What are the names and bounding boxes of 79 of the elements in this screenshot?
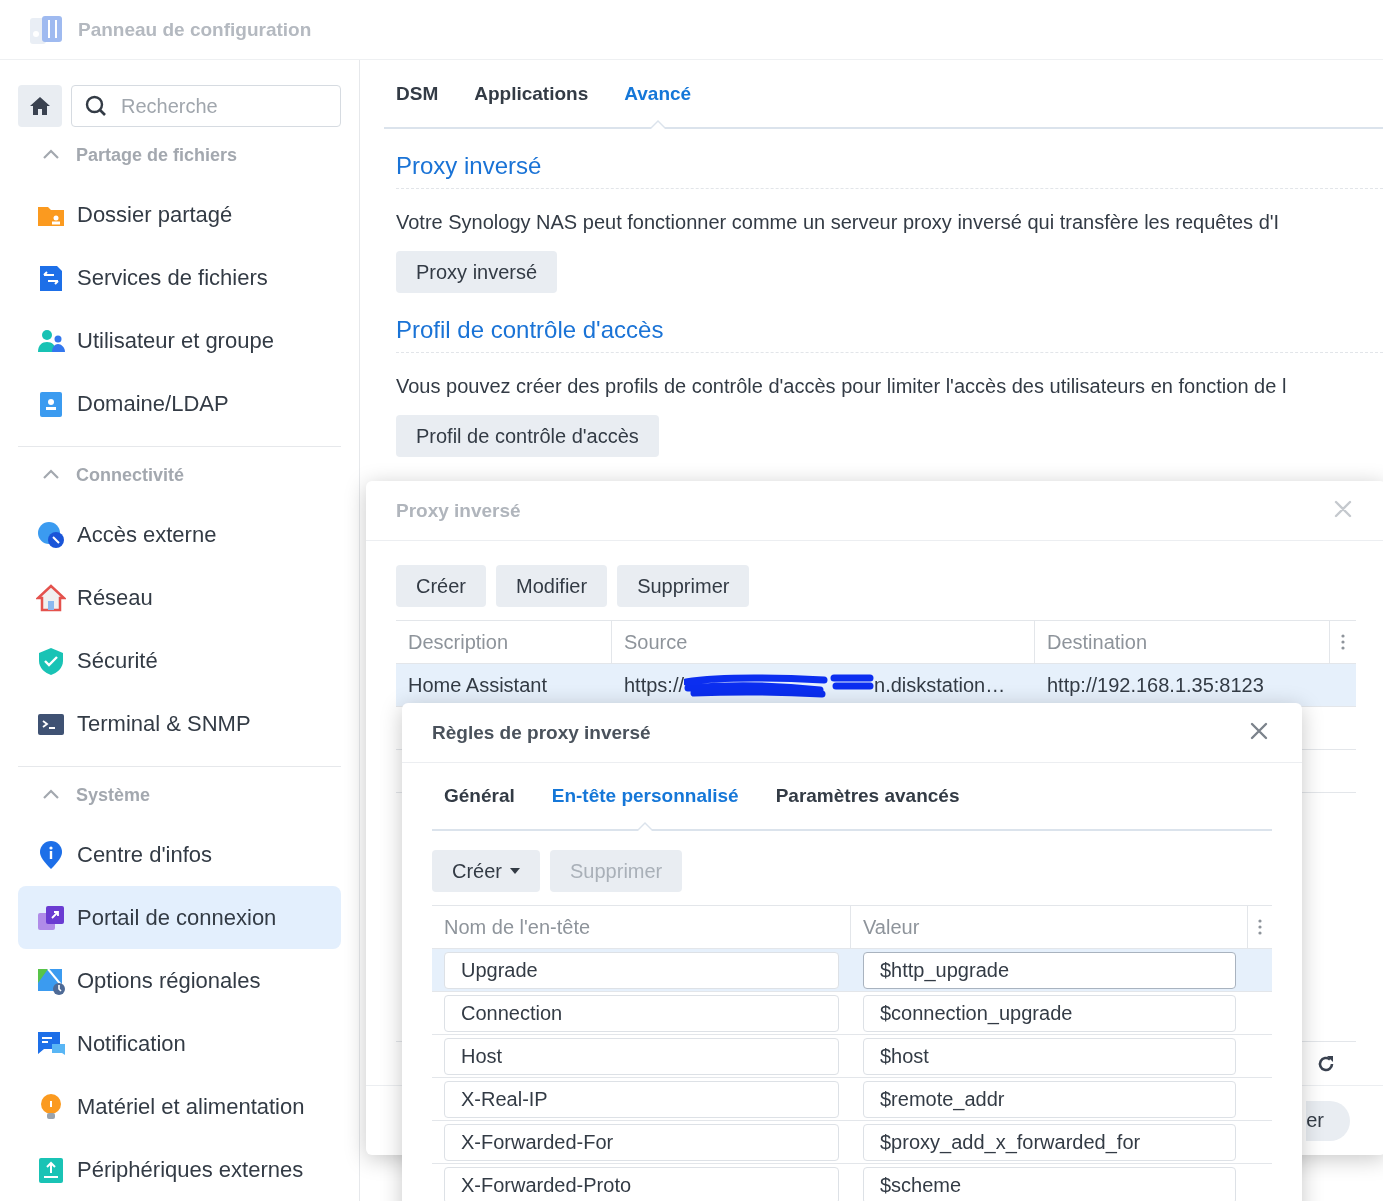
sidebar-item-label: Options régionales xyxy=(77,967,261,994)
header-value-field[interactable]: $connection_upgrade xyxy=(863,994,1236,1032)
header-name-field[interactable]: X-Forwarded-Proto xyxy=(444,1166,839,1201)
sidebar-item[interactable]: Périphériques externes xyxy=(18,1138,341,1201)
dialog-button[interactable]: er xyxy=(1306,1100,1350,1141)
dialog-title: Règles de proxy inversé xyxy=(432,721,651,744)
toolbar-button[interactable]: Créer xyxy=(432,850,540,892)
header-value-field[interactable]: $scheme xyxy=(863,1166,1236,1201)
sidebar-item[interactable]: Notification xyxy=(18,1012,341,1075)
house-icon xyxy=(36,582,66,613)
caret-icon xyxy=(510,868,520,874)
tab[interactable]: Général xyxy=(444,763,515,829)
shield-icon xyxy=(36,645,66,676)
section-title: Profil de contrôle d'accès xyxy=(396,316,664,344)
header-name-field[interactable]: X-Forwarded-For xyxy=(444,1123,839,1161)
sidebar-item[interactable]: Services de fichiers xyxy=(18,246,341,309)
sidebar-item[interactable]: Domaine/LDAP xyxy=(18,372,341,435)
home-icon xyxy=(29,96,51,116)
sidebar-item-label: Services de fichiers xyxy=(77,264,268,291)
header-value-field[interactable]: $proxy_add_x_forwarded_for xyxy=(863,1123,1236,1161)
chevron-up-icon[interactable] xyxy=(42,789,60,800)
sidebar-item[interactable]: Utilisateur et groupe xyxy=(18,309,341,372)
table-cell xyxy=(1330,664,1356,707)
search-icon xyxy=(85,95,107,117)
sidebar-item-label: Réseau xyxy=(77,584,153,611)
header-name-field[interactable]: X-Real-IP xyxy=(444,1080,839,1118)
section-button[interactable]: Profil de contrôle d'accès xyxy=(396,415,659,457)
sidebar-item-label: Terminal & SNMP xyxy=(77,710,251,737)
sidebar-item[interactable]: Centre d'infos xyxy=(18,823,341,886)
header-name-field[interactable]: Host xyxy=(444,1037,839,1075)
more-icon[interactable] xyxy=(1341,634,1345,650)
sidebar-item-label: Domaine/LDAP xyxy=(77,390,229,417)
table-cell: Home Assistant xyxy=(396,664,612,707)
header-name-field[interactable]: Connection xyxy=(444,994,839,1032)
home-button[interactable] xyxy=(18,85,62,127)
section-description: Vous pouvez créer des profils de contrôle d'accès pour limiter l'accès des utilisateurs en fonction de l xyxy=(396,375,1288,398)
dialog-title: Proxy inversé xyxy=(396,499,521,522)
more-icon[interactable] xyxy=(1258,919,1262,935)
header-value-field[interactable]: $remote_addr xyxy=(863,1080,1236,1118)
chevron-up-icon[interactable] xyxy=(42,469,60,480)
sidebar-item-label: Accès externe xyxy=(77,521,217,548)
sidebar-item[interactable]: Accès externe xyxy=(18,503,341,566)
tab[interactable]: En-tête personnalisé xyxy=(551,763,739,829)
tab[interactable]: Paramètres avancés xyxy=(775,763,960,829)
sidebar-item[interactable]: Réseau xyxy=(18,566,341,629)
refresh-icon[interactable] xyxy=(1316,1053,1336,1074)
sidebar-item[interactable]: Terminal & SNMP xyxy=(18,692,341,755)
search-field[interactable]: Recherche xyxy=(71,85,341,127)
toolbar-button[interactable]: Supprimer xyxy=(617,565,750,607)
sidebar-item-label: Centre d'infos xyxy=(77,841,213,868)
sidebar-item-label: Utilisateur et groupe xyxy=(77,327,274,354)
header-value-field[interactable]: $http_upgrade xyxy=(863,951,1236,989)
sidebar-item[interactable]: Matériel et alimentation xyxy=(18,1075,341,1138)
tab[interactable]: Avancé xyxy=(624,60,692,127)
window-title: Panneau de configuration xyxy=(78,18,312,41)
sidebar-item[interactable]: Dossier partagé xyxy=(18,183,341,246)
sidebar-item-label: Périphériques externes xyxy=(77,1156,304,1183)
sidebar-item-label: Portail de connexion xyxy=(77,904,277,931)
sidebar-item-label: Notification xyxy=(77,1030,186,1057)
sidebar-item[interactable]: Sécurité xyxy=(18,629,341,692)
toolbar-button[interactable]: Modifier xyxy=(496,565,608,607)
sidebar-item-label: Matériel et alimentation xyxy=(77,1093,305,1120)
sidebar-item[interactable]: Portail de connexion xyxy=(18,886,341,949)
table-cell: http://192.168.1.35:8123 xyxy=(1035,664,1330,707)
sidebar-item[interactable]: Options régionales xyxy=(18,949,341,1012)
toolbar-button[interactable]: Créer xyxy=(396,565,486,607)
tab[interactable]: DSM xyxy=(396,60,439,127)
chevron-up-icon[interactable] xyxy=(42,149,60,160)
sidebar-item-label: Dossier partagé xyxy=(77,201,233,228)
table-cell: https:// xyxy=(624,673,685,697)
sidebar-item-label: Sécurité xyxy=(77,647,158,674)
section-title: Proxy inversé xyxy=(396,152,542,180)
section-description: Votre Synology NAS peut fonctionner comme un serveur proxy inversé qui transfère les requêtes d'I xyxy=(396,211,1281,234)
header-name-field[interactable]: Upgrade xyxy=(444,951,839,989)
table-cell: n.diskstation… xyxy=(874,673,1006,697)
tab[interactable]: Applications xyxy=(474,60,589,127)
control-panel-icon xyxy=(28,13,64,46)
header-value-field[interactable]: $host xyxy=(863,1037,1236,1075)
section-button[interactable]: Proxy inversé xyxy=(396,251,558,293)
